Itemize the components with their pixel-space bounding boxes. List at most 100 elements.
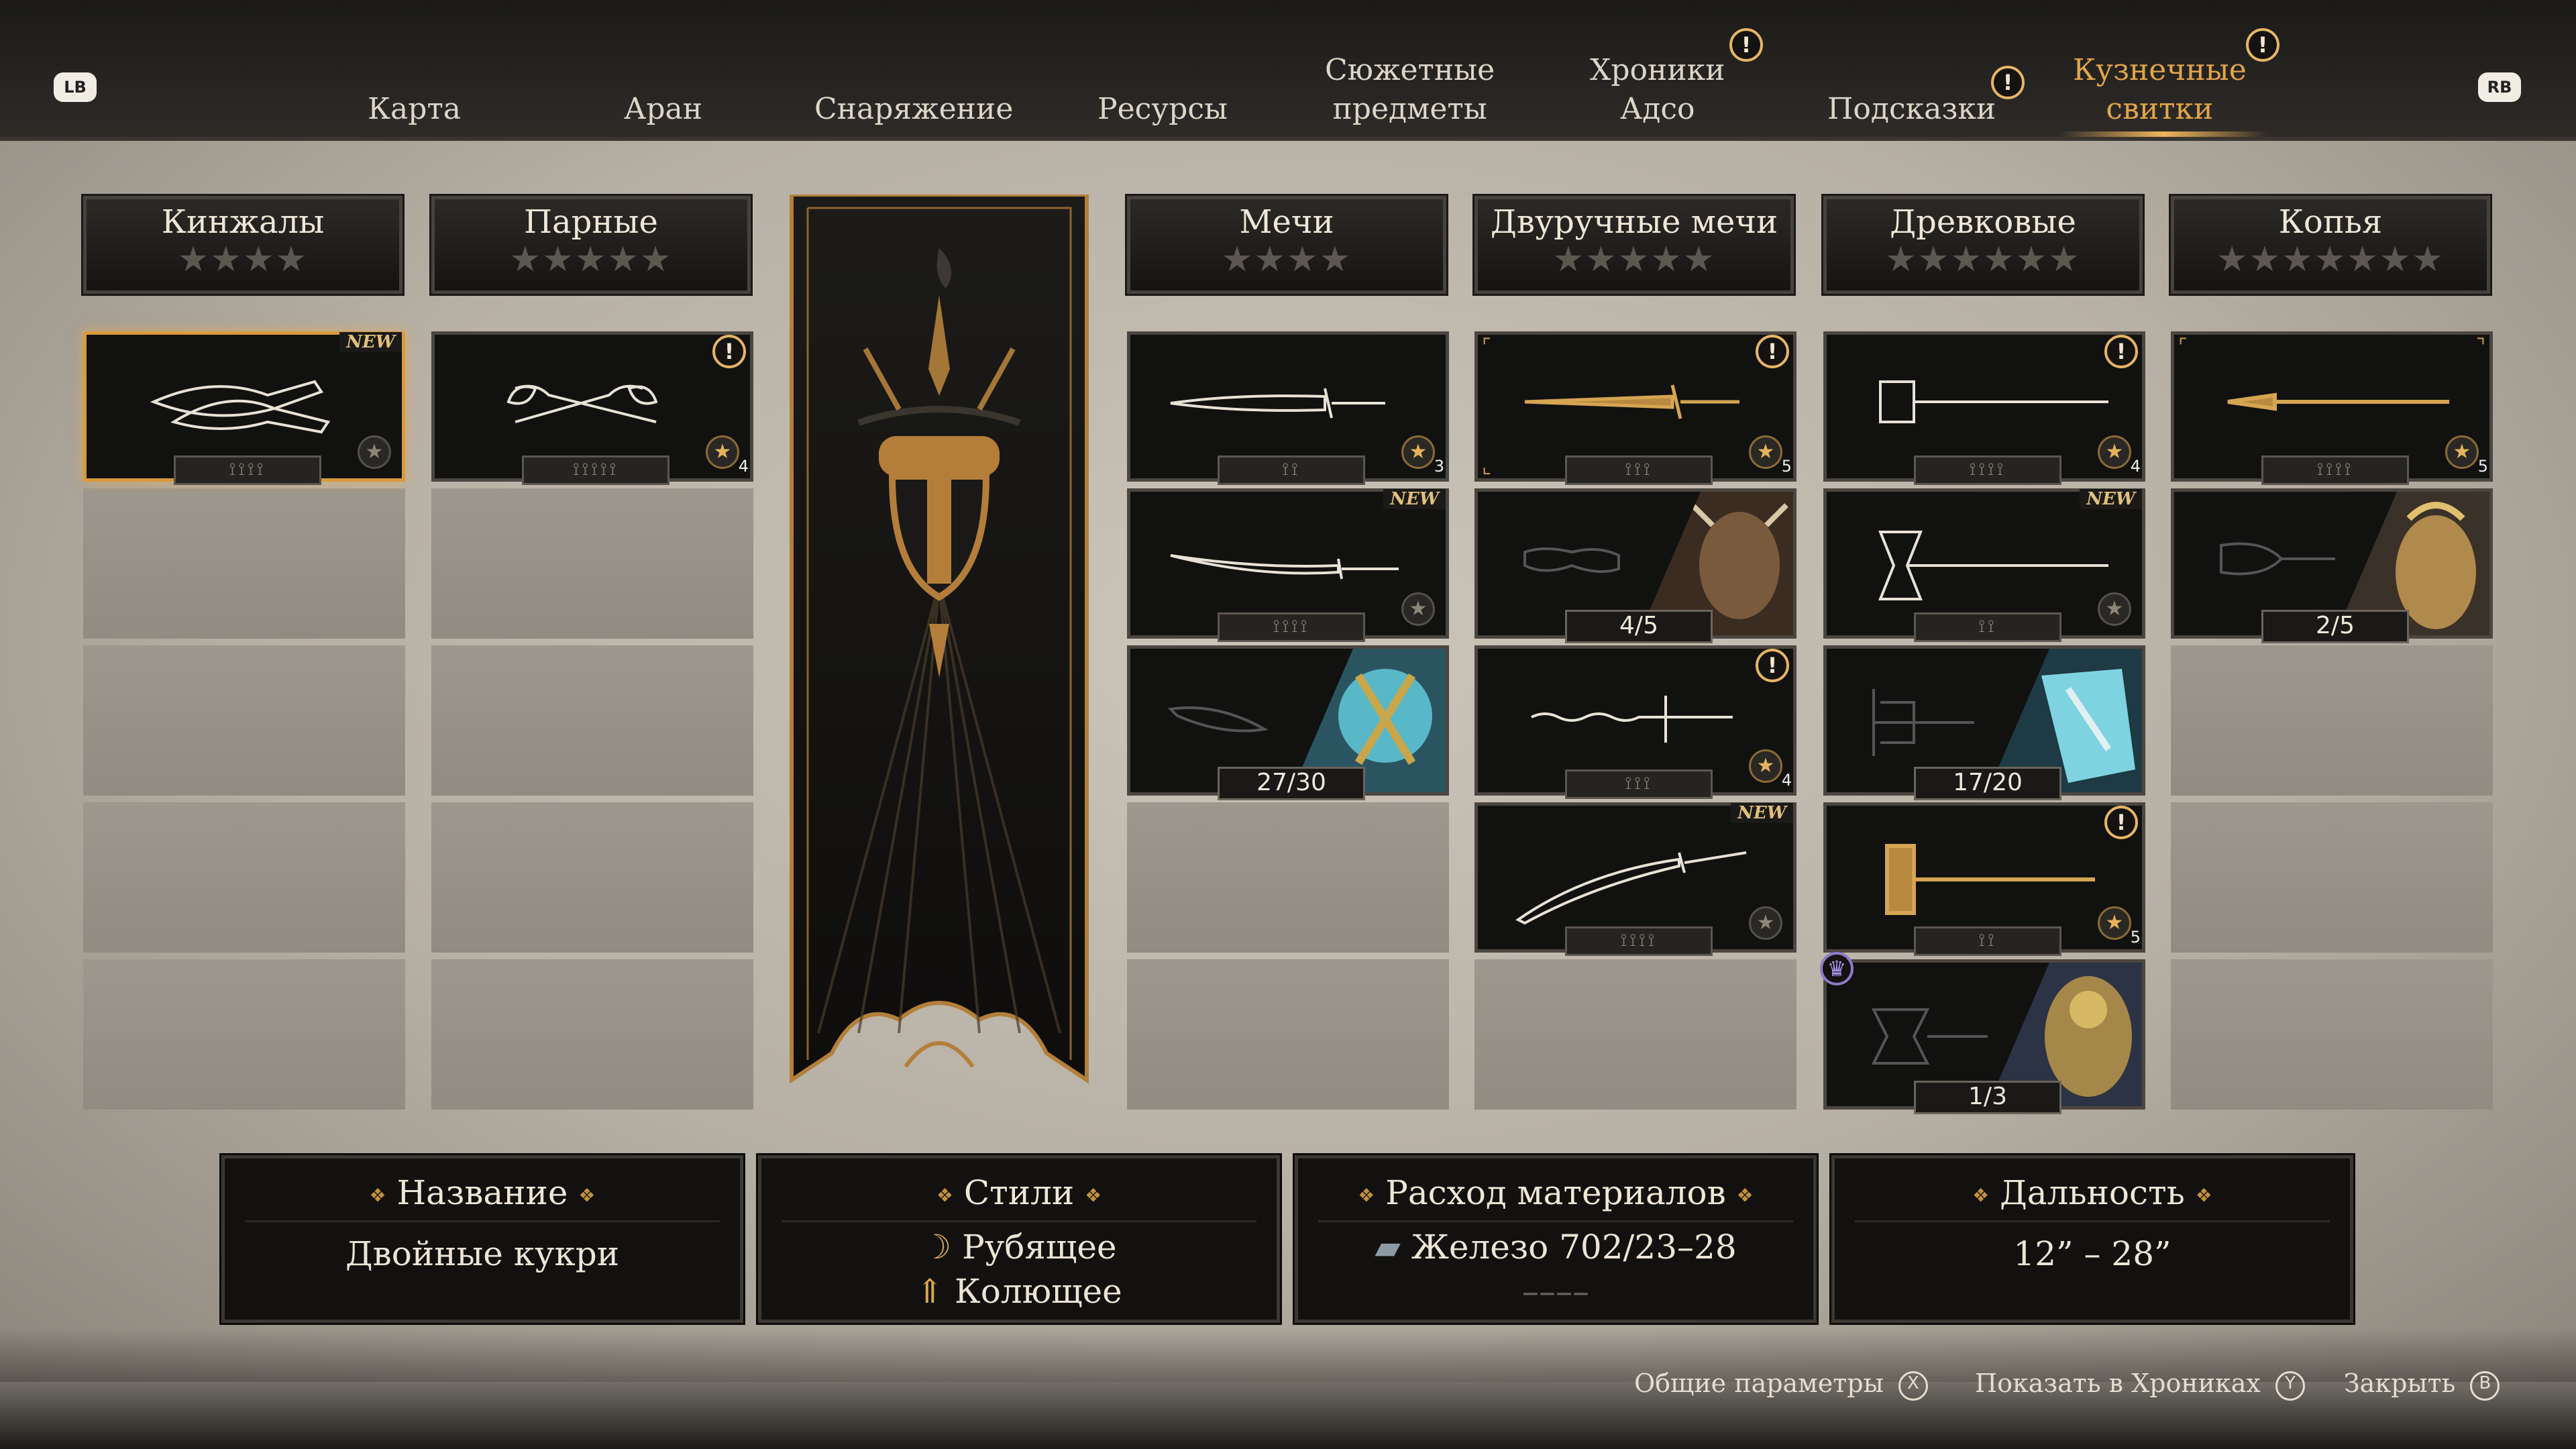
star-rank-value: 5 [2130, 928, 2141, 947]
star-rank-value: 5 [1781, 457, 1792, 476]
weapon-card-greatsword-1[interactable]: ⌜ ⌞ ! ★ 5 ⟟⟟⟟ [1474, 331, 1796, 485]
range-value: 12” – 28” [2013, 1234, 2171, 1273]
star-rank-icon: ★ [1401, 592, 1435, 626]
weapon-card-greatsword-2[interactable]: 4/5 [1474, 488, 1796, 643]
tab-aran[interactable]: Аран [624, 90, 702, 129]
close-hint[interactable]: Закрыть B [2344, 1368, 2500, 1401]
weapon-card-sword-2[interactable]: NEW ★ ⟟⟟⟟⟟ [1127, 488, 1449, 642]
general-params-hint[interactable]: Общие параметры X [1634, 1368, 1928, 1401]
new-badge: NEW [1731, 803, 1793, 823]
empty-slot [83, 959, 405, 1110]
tab-forge-scrolls[interactable]: Кузнечные свитки [2073, 51, 2247, 129]
weapon-card-greatsword-4[interactable]: NEW ★ ⟟⟟⟟⟟ [1474, 802, 1796, 956]
category-stars: ★★★★★★★ [2216, 239, 2445, 280]
x-button-icon: X [1898, 1371, 1928, 1401]
maul-icon [1878, 531, 2108, 600]
empty-slot [83, 488, 405, 639]
rb-bumper-icon[interactable]: RB [2478, 72, 2521, 102]
weapon-card-polearm-3[interactable]: 17/20 [1823, 645, 2145, 800]
weapon-card-spear-1[interactable]: ⌜ ⌝ ★ 5 ⟟⟟⟟⟟ [2171, 331, 2493, 485]
weapon-card-spear-2[interactable]: 2/5 [2171, 488, 2493, 643]
hint-label: Показать в Хрониках [1975, 1368, 2261, 1398]
category-spears: Копья ★★★★★★★ [2169, 194, 2492, 296]
divider [1855, 1220, 2330, 1222]
tab-map[interactable]: Карта [368, 90, 461, 129]
weapon-card-polearm-5[interactable]: ♛ 1/3 [1820, 952, 2145, 1114]
weapon-card-polearm-4[interactable]: ! ★ 5 ⟟⟟ [1823, 802, 2145, 956]
category-polearms: Древковые ★★★★★★ [1821, 194, 2145, 296]
tab-resources[interactable]: Ресурсы [1097, 90, 1228, 129]
flourish-icon: ❖ [369, 1184, 386, 1207]
weapon-card-polearm-2[interactable]: NEW ★ ⟟⟟ [1823, 488, 2145, 642]
serrated-blade-icon [1523, 547, 1620, 573]
star-rank-value: 5 [2477, 457, 2488, 476]
tier-indicators: ⟟⟟⟟ [1565, 769, 1713, 799]
sword-icon [1170, 388, 1385, 419]
panel-header: Дальность [2000, 1173, 2185, 1212]
empty-slot [431, 645, 753, 796]
new-badge: NEW [2080, 489, 2142, 509]
progress-counter: 27/30 [1218, 767, 1365, 800]
divider [245, 1220, 720, 1222]
lb-bumper-icon[interactable]: LB [54, 72, 97, 102]
info-panel-range: ❖ Дальность ❖ 12” – 28” [1829, 1153, 2355, 1325]
material-empty: –––– [1522, 1272, 1589, 1311]
tier-indicators: ⟟⟟ [1914, 926, 2061, 956]
tier-indicators: ⟟⟟⟟⟟ [2261, 455, 2409, 485]
weapon-card-sword-1[interactable]: ★ 3 ⟟⟟ [1127, 331, 1449, 485]
tier-indicators: ⟟⟟ [1218, 455, 1365, 485]
empty-slot [83, 645, 405, 796]
star-rank-value: 4 [738, 457, 749, 476]
pierce-style-icon: ⇑ [916, 1272, 945, 1311]
flourish-icon: ❖ [936, 1184, 953, 1207]
panel-header: Название [396, 1173, 568, 1212]
show-in-chronicles-hint[interactable]: Показать в Хрониках Y [1975, 1368, 2305, 1401]
category-stars: ★★★★ [1221, 239, 1352, 280]
tier-indicators: ⟟⟟⟟⟟ [174, 455, 321, 485]
golden-hammer-icon [1885, 844, 2095, 915]
category-title: Древковые [1890, 203, 2076, 241]
category-stars: ★★★★ [177, 239, 309, 280]
category-title: Парные [524, 203, 658, 241]
star-rank-icon: ★ [706, 435, 739, 469]
weapon-card-polearm-1[interactable]: ! ★ 4 ⟟⟟⟟⟟ [1823, 331, 2145, 485]
weapon-card-sword-3[interactable]: 27/30 [1127, 645, 1449, 800]
alert-icon: ! [1756, 335, 1789, 368]
info-panel-name: ❖ Название ❖ Двойные кукри [219, 1153, 745, 1325]
tier-indicators: ⟟⟟⟟⟟⟟ [522, 455, 669, 485]
tier-indicators: ⟟⟟ [1914, 612, 2061, 642]
progress-counter: 2/5 [2261, 610, 2409, 643]
weapon-card-double-kukri[interactable]: NEW ★ ⟟⟟⟟⟟ [83, 331, 405, 485]
empty-slot [431, 959, 753, 1110]
tab-story-items[interactable]: Сюжетные предметы [1325, 51, 1495, 129]
gold-corner-icon: ⌝ [2475, 335, 2485, 358]
panel-header: Стили [963, 1173, 1075, 1212]
star-rank-icon: ★ [2098, 592, 2131, 626]
gold-corner-icon: ⌜ [1482, 335, 1492, 358]
star-rank-icon: ★ [2445, 435, 2479, 469]
tab-adso-chronicles[interactable]: Хроники Адсо [1590, 51, 1725, 129]
y-button-icon: Y [2275, 1371, 2305, 1401]
tab-hints[interactable]: Подсказки [1827, 90, 1996, 129]
flourish-icon: ❖ [1736, 1184, 1754, 1207]
star-rank-value: 4 [2130, 457, 2141, 476]
tab-equipment[interactable]: Снаряжение [814, 90, 1013, 129]
alert-icon: ! [2104, 806, 2138, 839]
dual-axe-icon [506, 384, 658, 423]
category-daggers: Кинжалы ★★★★ [81, 194, 405, 296]
chronicles-alert-icon: ! [1729, 28, 1763, 62]
empty-slot [2171, 645, 2493, 796]
halberd-icon [1871, 1008, 1988, 1065]
empty-slot [431, 802, 753, 953]
category-stars: ★★★★★ [1552, 239, 1716, 280]
empty-slot [2171, 802, 2493, 953]
category-stars: ★★★★★★ [1885, 239, 2081, 280]
divider [1318, 1220, 1793, 1222]
tier-indicators: ⟟⟟⟟ [1565, 455, 1713, 485]
weapon-card-greatsword-3[interactable]: ! ★ 4 ⟟⟟⟟ [1474, 645, 1796, 799]
flourish-icon: ❖ [578, 1184, 596, 1207]
scimitar-icon [1515, 851, 1747, 925]
alert-icon: ! [2104, 335, 2138, 368]
weapon-card-dual-axes[interactable]: ! ★ 4 ⟟⟟⟟⟟⟟ [431, 331, 753, 485]
star-rank-value: 3 [1434, 457, 1444, 476]
